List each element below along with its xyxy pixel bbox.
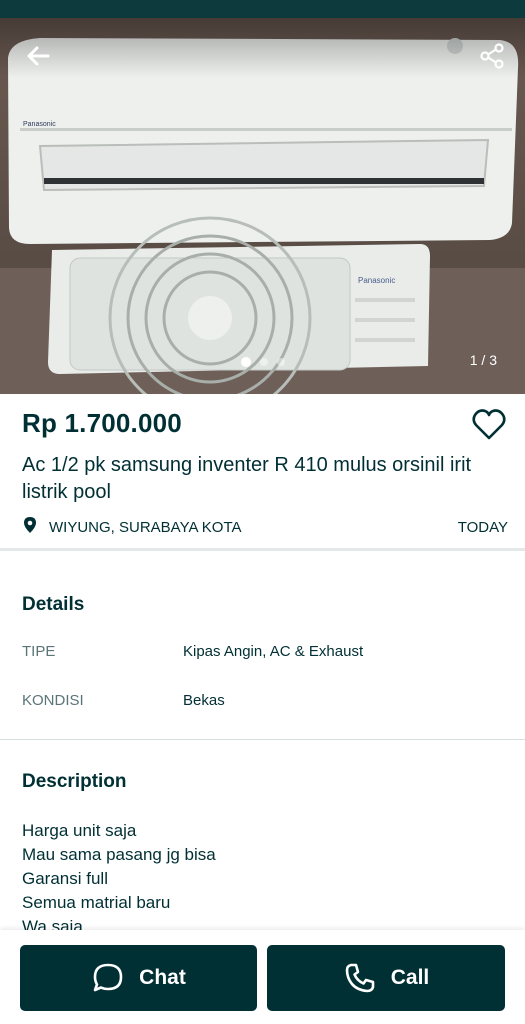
detail-value-tipe: Kipas Angin, AC & Exhaust bbox=[183, 643, 364, 660]
location-pin-icon bbox=[24, 517, 36, 533]
back-button[interactable] bbox=[18, 36, 58, 76]
details-heading: Details bbox=[22, 594, 85, 615]
svg-text:Panasonic: Panasonic bbox=[23, 121, 56, 128]
detail-value-kondisi: Bekas bbox=[183, 692, 225, 709]
svg-text:Panasonic: Panasonic bbox=[358, 276, 395, 285]
description-line: Semua matrial baru bbox=[22, 893, 171, 912]
status-bar bbox=[0, 0, 525, 18]
call-button[interactable]: Call bbox=[267, 945, 505, 1011]
share-icon bbox=[480, 43, 504, 69]
chat-bubble-icon bbox=[93, 963, 123, 992]
call-button-label: Call bbox=[390, 966, 430, 989]
description-text: Harga unit saja Mau sama pasang jg bisa … bbox=[22, 819, 216, 939]
pagination-dot[interactable] bbox=[259, 358, 268, 366]
description-heading: Description bbox=[22, 771, 127, 792]
divider bbox=[0, 548, 525, 551]
share-button[interactable] bbox=[472, 36, 512, 76]
photo-counter: 1 / 3 bbox=[469, 352, 497, 368]
divider bbox=[0, 739, 525, 740]
listing-date: TODAY bbox=[457, 519, 508, 536]
pagination-dot[interactable] bbox=[276, 358, 285, 366]
detail-label-tipe: TIPE bbox=[22, 643, 56, 660]
listing-title: Ac 1/2 pk samsung inventer R 410 mulus o… bbox=[22, 454, 472, 503]
description-line: Harga unit saja bbox=[22, 821, 137, 840]
back-arrow-icon bbox=[27, 46, 50, 66]
product-photo[interactable]: Panasonic Panasonic 1 / 3 bbox=[0, 18, 525, 394]
detail-label-kondisi: KONDISI bbox=[22, 692, 84, 709]
description-line: Mau sama pasang jg bisa bbox=[22, 845, 216, 864]
chat-button-label: Chat bbox=[139, 966, 186, 989]
listing-price: Rp 1.700.000 bbox=[22, 408, 182, 438]
photo-overlay bbox=[0, 18, 525, 78]
heart-icon bbox=[472, 409, 506, 440]
gallery-pagination bbox=[0, 357, 525, 367]
phone-icon bbox=[345, 963, 375, 993]
favorite-button[interactable] bbox=[470, 406, 508, 444]
listing-location: WIYUNG, SURABAYA KOTA bbox=[49, 519, 242, 536]
pagination-dot-active[interactable] bbox=[240, 357, 251, 367]
chat-button[interactable]: Chat bbox=[20, 945, 257, 1011]
description-line: Garansi full bbox=[22, 869, 108, 888]
